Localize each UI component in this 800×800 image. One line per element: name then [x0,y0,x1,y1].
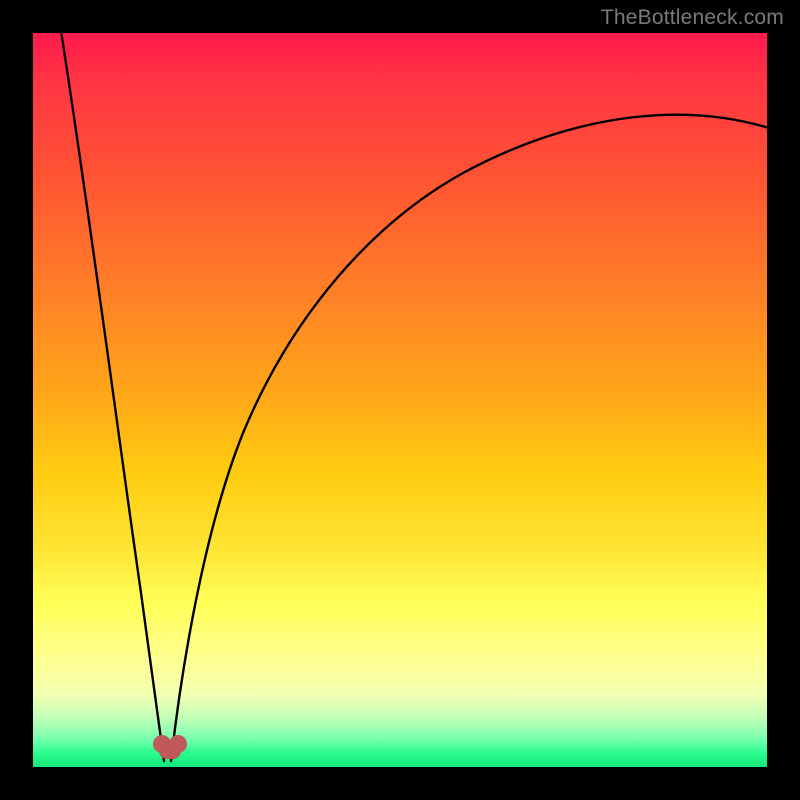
bottleneck-curve [33,33,767,767]
outer-frame: TheBottleneck.com [0,0,800,800]
min-marker-bridge [159,745,181,759]
plot-area [33,33,767,767]
watermark-text: TheBottleneck.com [601,6,784,30]
curve-left-branch [61,31,164,761]
curve-right-branch [171,115,769,761]
